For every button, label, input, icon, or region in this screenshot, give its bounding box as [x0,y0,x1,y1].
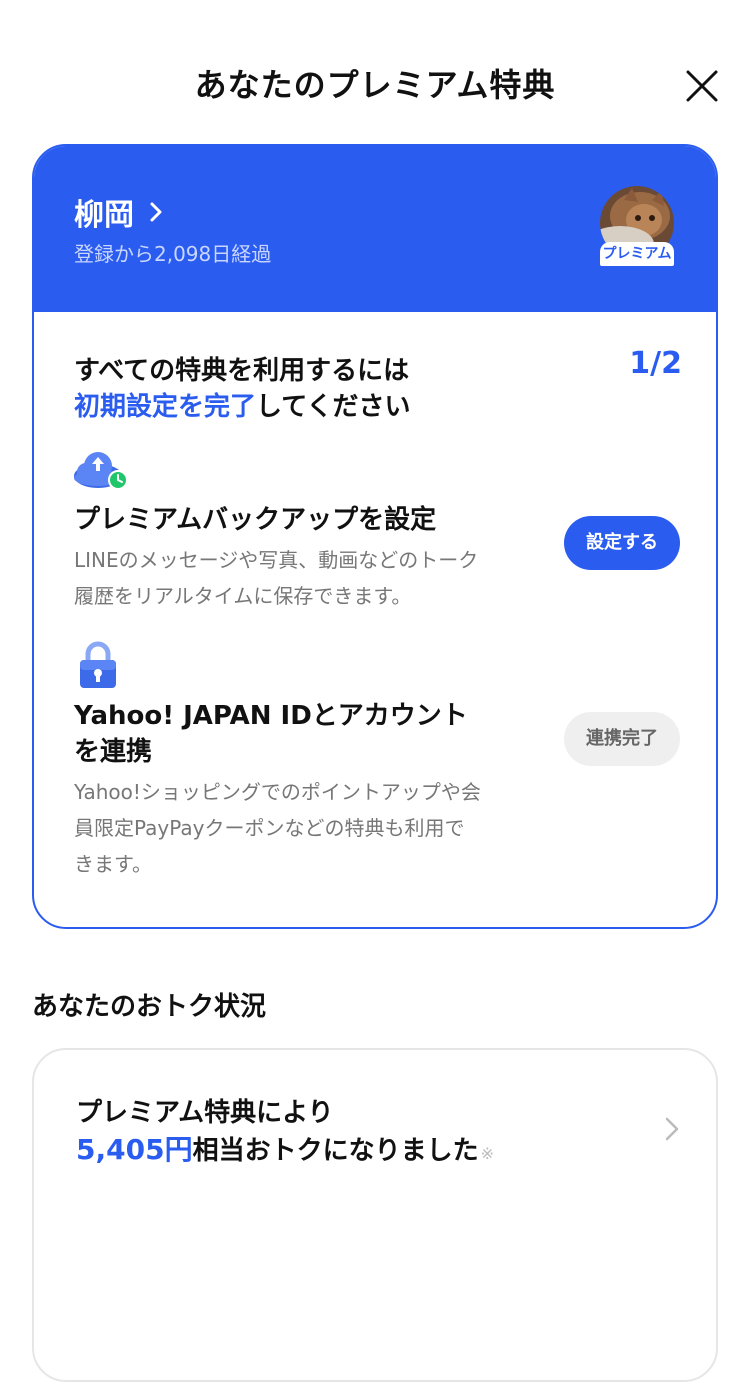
savings-note-mark: ※ [480,1144,494,1163]
yahoo-title-line2: を連携 [74,737,153,767]
savings-card[interactable]: プレミアム特典により 5,405円 相当おトクになりました ※ [32,1048,718,1382]
backup-desc-line1: LINEのメッセージや写真、動画などのトーク [74,548,479,572]
setup-message-line1: すべての特典を利用するには [74,356,410,386]
savings-line2: 5,405円 相当おトクになりました ※ [76,1128,494,1168]
savings-rest-text: 相当おトクになりました [192,1136,479,1166]
premium-benefits-card: 柳岡 登録から2,098日経過 プレミアム すべての特典を利用するには 初期設定… [32,144,718,929]
profile-name: 柳岡 [74,198,134,233]
chevron-right-icon [150,202,162,222]
backup-desc-line2: 履歴をリアルタイムに保存できます。 [74,584,412,608]
page-title: あなたのプレミアム特典 [194,66,556,104]
close-icon[interactable] [680,64,724,108]
profile-header: 柳岡 登録から2,098日経過 プレミアム [34,146,716,312]
premium-badge: プレミアム [600,242,674,266]
savings-amount: 5,405円 [76,1133,193,1166]
backup-title: プレミアムバックアップを設定 [74,505,437,535]
setup-rest-text: してください [256,392,411,422]
yahoo-desc-line1: Yahoo!ショッピングでのポイントアップや会 [74,780,481,804]
yahoo-title-line1: Yahoo! JAPAN IDとアカウント [74,701,468,731]
member-days: 登録から2,098日経過 [74,242,272,266]
link-complete-badge: 連携完了 [564,712,680,766]
padlock-icon [80,641,116,688]
setup-progress: 1/2 [629,346,682,381]
yahoo-desc-line3: きます。 [74,852,152,876]
yahoo-desc-line2: 員限定PayPayクーポンなどの特典も利用で [74,816,465,840]
setup-backup-button[interactable]: 設定する [564,516,680,570]
profile-name-link[interactable]: 柳岡 [74,190,166,234]
setup-message-line2: 初期設定を完了してください [74,386,410,423]
savings-section-title: あなたのおトク状況 [32,992,267,1022]
setup-accent-text: 初期設定を完了 [74,392,257,422]
chevron-right-icon[interactable] [664,1116,680,1142]
savings-line1: プレミアム特典により [76,1098,334,1128]
cloud-upload-icon [74,452,128,490]
